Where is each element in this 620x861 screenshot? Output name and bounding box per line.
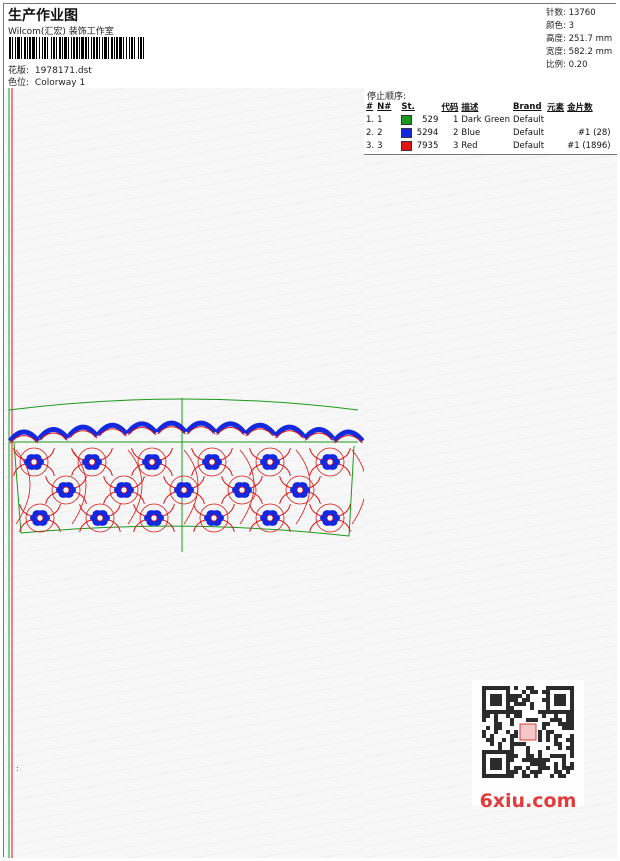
- stats-panel: 针数: 13760 颜色: 3 高度: 251.7 mm 宽度: 582.2 m…: [543, 4, 617, 89]
- row-stitches: 5294: [401, 127, 441, 140]
- row-sequins: #1 (28): [577, 128, 611, 138]
- col-header: N#: [377, 102, 392, 112]
- embroidery-design: [8, 88, 364, 858]
- row-brand: Default: [513, 141, 545, 151]
- row-n: 1: [377, 115, 383, 125]
- row-code: 2: [452, 128, 459, 138]
- row-sequins: #1 (1896): [567, 141, 611, 151]
- color-count: 颜色: 3: [546, 21, 574, 31]
- sheet-title: 生产作业图: [8, 8, 78, 24]
- barcode: [9, 37, 144, 59]
- row-element: [547, 114, 567, 127]
- stop-sequence-table: # N# St. 代码 描述 Brand 元素 金片数 1. 1 529 1 Dark …: [366, 101, 614, 153]
- row-desc: Blue: [461, 128, 481, 138]
- row-desc: Red: [461, 141, 478, 151]
- stop-sequence-panel: 停止顺序: # N# St. 代码 描述 Brand 元素 金片数 1. 1 529…: [364, 88, 617, 155]
- row-element: [547, 127, 567, 140]
- header-panel: 生产作业图 Wilcom(汇宏) 装饰工作室 花版: 1978171.dst 色…: [4, 4, 544, 89]
- stitch-value: 7935: [416, 141, 439, 152]
- row-code: 1: [452, 115, 459, 125]
- table-row: 3. 3 7935 3 Red Default #1 (1896): [366, 140, 614, 153]
- table-row: 1. 1 529 1 Dark Green Default: [366, 114, 614, 127]
- color-swatch: [401, 114, 413, 125]
- row-code: 3: [452, 141, 459, 151]
- row-stitches: 7935: [401, 140, 441, 153]
- row-stitches: 529: [401, 114, 441, 127]
- stitch-value: 529: [422, 115, 439, 126]
- table-header-row: # N# St. 代码 描述 Brand 元素 金片数: [366, 101, 614, 114]
- row-brand: Default: [513, 128, 545, 138]
- stitch-count: 针数: 13760: [546, 8, 596, 18]
- row-desc: Dark Green: [461, 115, 511, 125]
- qr-code: [472, 680, 584, 806]
- row-n: 3: [377, 141, 383, 151]
- row-sequins: [567, 114, 614, 127]
- col-header: 元素: [547, 103, 565, 113]
- col-header: Brand: [513, 102, 542, 112]
- color-swatch: [401, 140, 413, 151]
- col-header: 描述: [461, 103, 479, 113]
- col-header: 金片数: [567, 103, 593, 113]
- corner-mark: :: [16, 764, 19, 773]
- row-element: [547, 140, 567, 153]
- top-arc: [8, 398, 359, 411]
- col-header: St.: [401, 102, 415, 112]
- scallop-border: [8, 420, 364, 444]
- design-scale: 比例: 0.20: [546, 60, 588, 70]
- watermark-site: 6xiu.com: [479, 790, 577, 812]
- stitch-value: 5294: [416, 128, 439, 139]
- info-panel: 停止顺序: # N# St. 代码 描述 Brand 元素 金片数 1. 1 529…: [364, 88, 617, 858]
- row-num: 1.: [366, 115, 375, 125]
- row-n: 2: [377, 128, 383, 138]
- col-header: 代码: [441, 103, 459, 113]
- design-preview: [4, 88, 365, 858]
- colorway-row: 色位: Colorway 1: [8, 75, 85, 88]
- company-name: Wilcom(汇宏) 装饰工作室: [8, 27, 114, 37]
- colorway-label: 色位:: [8, 78, 30, 88]
- colorway-value: Colorway 1: [34, 78, 86, 88]
- watermark-stamp: [519, 723, 537, 741]
- color-swatch: [401, 127, 413, 138]
- row-num: 2.: [366, 128, 375, 138]
- design-height: 高度: 251.7 mm: [546, 34, 613, 44]
- col-header: #: [366, 102, 374, 112]
- table-row: 2. 2 5294 2 Blue Default #1 (28): [366, 127, 614, 140]
- row-brand: Default: [513, 115, 545, 125]
- qr-code-image: [482, 686, 574, 778]
- row-num: 3.: [366, 141, 375, 151]
- design-width: 宽度: 582.2 mm: [546, 47, 613, 57]
- production-sheet: 生产作业图 Wilcom(汇宏) 装饰工作室 花版: 1978171.dst 色…: [3, 3, 617, 858]
